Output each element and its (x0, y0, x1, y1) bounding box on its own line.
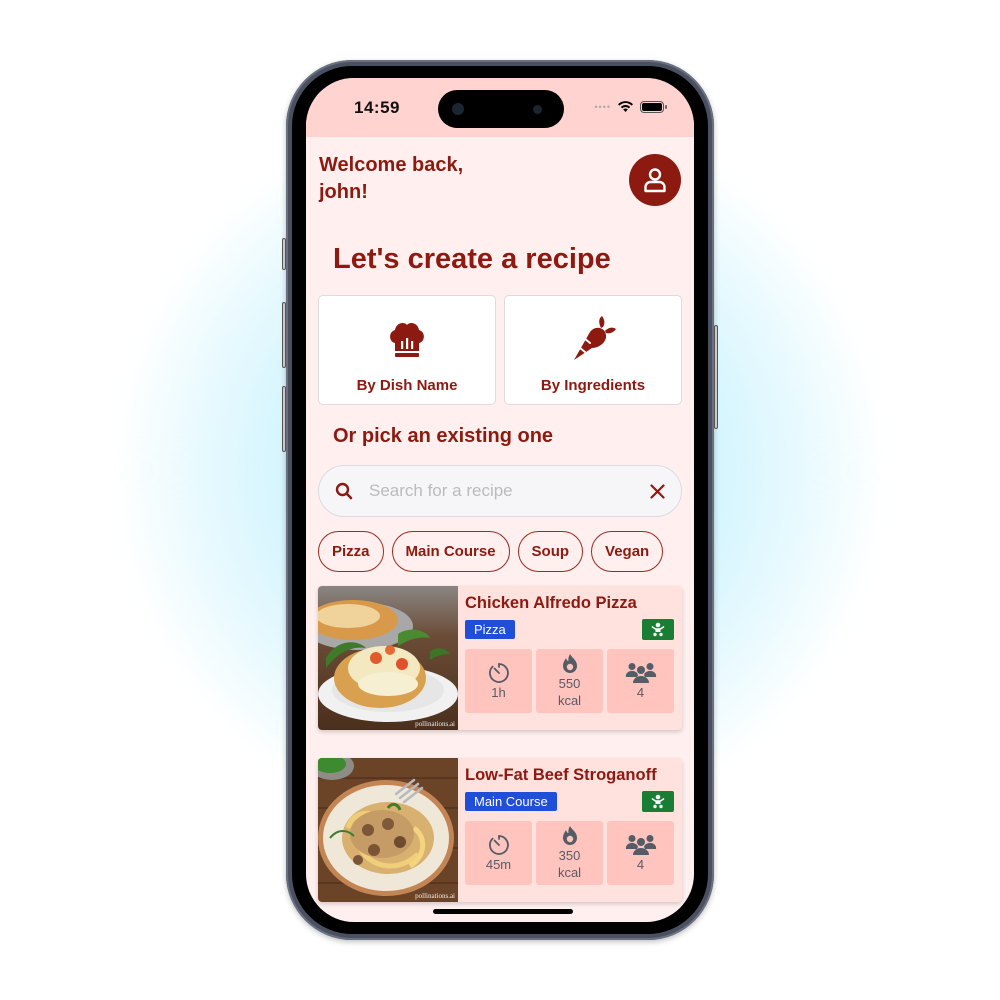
timer-icon (488, 662, 509, 683)
recipe-card[interactable]: pollinations.ai Low-Fat Beef Stroganoff … (318, 758, 682, 902)
chip-vegan[interactable]: Vegan (591, 531, 664, 572)
create-options: By Dish Name By Ingredients (318, 295, 682, 405)
recipe-title: Low-Fat Beef Stroganoff (465, 766, 657, 784)
dynamic-island (438, 90, 564, 128)
clear-search-icon[interactable] (650, 483, 665, 499)
people-icon (625, 662, 656, 683)
category-badge: Main Course (465, 792, 557, 811)
chef-hat-icon (390, 322, 424, 357)
action-button (282, 238, 286, 270)
recipe-details: Chicken Alfredo Pizza Pizza 1h 550 kcal … (458, 586, 682, 730)
calories-stat: 350 kcal (536, 821, 603, 885)
chicken-alfredo-pizza-image (318, 586, 458, 730)
calories-value: 350 (558, 848, 581, 863)
chip-main-course[interactable]: Main Course (391, 531, 510, 572)
flame-icon (562, 654, 577, 673)
status-icons: •••• (594, 100, 667, 113)
status-time: 14:59 (354, 98, 400, 117)
servings-stat: 4 (607, 821, 674, 885)
category-chips: Pizza Main Course Soup Vegan (318, 531, 682, 572)
prep-time-value: 45m (485, 856, 512, 872)
kid-friendly-badge (642, 791, 674, 812)
carrot-icon (574, 316, 616, 360)
category-badge: Pizza (465, 620, 515, 639)
recipe-details: Low-Fat Beef Stroganoff Main Course 45m … (458, 758, 682, 902)
flame-icon (562, 826, 577, 845)
main-content: Welcome back, john! Let's create a recip… (306, 137, 694, 902)
wifi-icon (618, 101, 633, 112)
phone-frame: 14:59 •••• Welcome back, john! Let's cre… (282, 60, 718, 940)
profile-button[interactable] (629, 154, 681, 206)
by-dish-name-button[interactable]: By Dish Name (318, 295, 496, 405)
power-button (714, 325, 718, 429)
image-watermark: pollinations.ai (415, 892, 455, 900)
timer-icon (488, 834, 509, 855)
volume-up-button (282, 302, 286, 368)
beef-stroganoff-image (318, 758, 458, 902)
recipe-stats: 1h 550 kcal 4 (465, 649, 674, 713)
baby-icon (651, 622, 665, 637)
welcome-text: Welcome back, john! (319, 154, 464, 203)
status-bar: 14:59 •••• (306, 78, 694, 137)
servings-value: 4 (636, 684, 645, 700)
recipe-title: Chicken Alfredo Pizza (465, 594, 637, 612)
calories-unit: kcal (557, 693, 582, 708)
search-input[interactable] (369, 481, 650, 501)
servings-stat: 4 (607, 649, 674, 713)
by-dish-name-label: By Dish Name (356, 377, 458, 394)
screen: 14:59 •••• Welcome back, john! Let's cre… (306, 78, 694, 922)
recipe-image: pollinations.ai (318, 758, 458, 902)
chip-soup[interactable]: Soup (517, 531, 584, 572)
create-recipe-title: Let's create a recipe (333, 243, 611, 275)
volume-down-button (282, 386, 286, 452)
people-icon (625, 834, 656, 855)
chip-pizza[interactable]: Pizza (318, 531, 384, 572)
kid-friendly-badge (642, 619, 674, 640)
recipe-image: pollinations.ai (318, 586, 458, 730)
prep-time-value: 1h (491, 684, 506, 700)
calories-stat: 550 kcal (536, 649, 603, 713)
baby-icon (651, 794, 665, 809)
recipe-stats: 45m 350 kcal 4 (465, 821, 674, 885)
search-bar (318, 465, 682, 517)
by-ingredients-label: By Ingredients (540, 377, 646, 394)
recipe-card[interactable]: pollinations.ai Chicken Alfredo Pizza Pi… (318, 586, 682, 730)
user-icon (644, 168, 666, 193)
by-ingredients-button[interactable]: By Ingredients (504, 295, 682, 405)
search-icon (335, 482, 353, 500)
servings-value: 4 (636, 856, 645, 872)
calories-unit: kcal (557, 865, 582, 880)
signal-dots-icon: •••• (594, 101, 611, 112)
prep-time-stat: 1h (465, 649, 532, 713)
camera-lens (452, 103, 464, 115)
sensor (533, 105, 542, 114)
prep-time-stat: 45m (465, 821, 532, 885)
home-indicator[interactable] (433, 909, 573, 914)
calories-value: 550 (558, 676, 581, 691)
battery-icon (640, 100, 667, 113)
welcome-row: Welcome back, john! (318, 137, 682, 229)
image-watermark: pollinations.ai (415, 720, 455, 728)
existing-recipes-title: Or pick an existing one (333, 425, 554, 447)
